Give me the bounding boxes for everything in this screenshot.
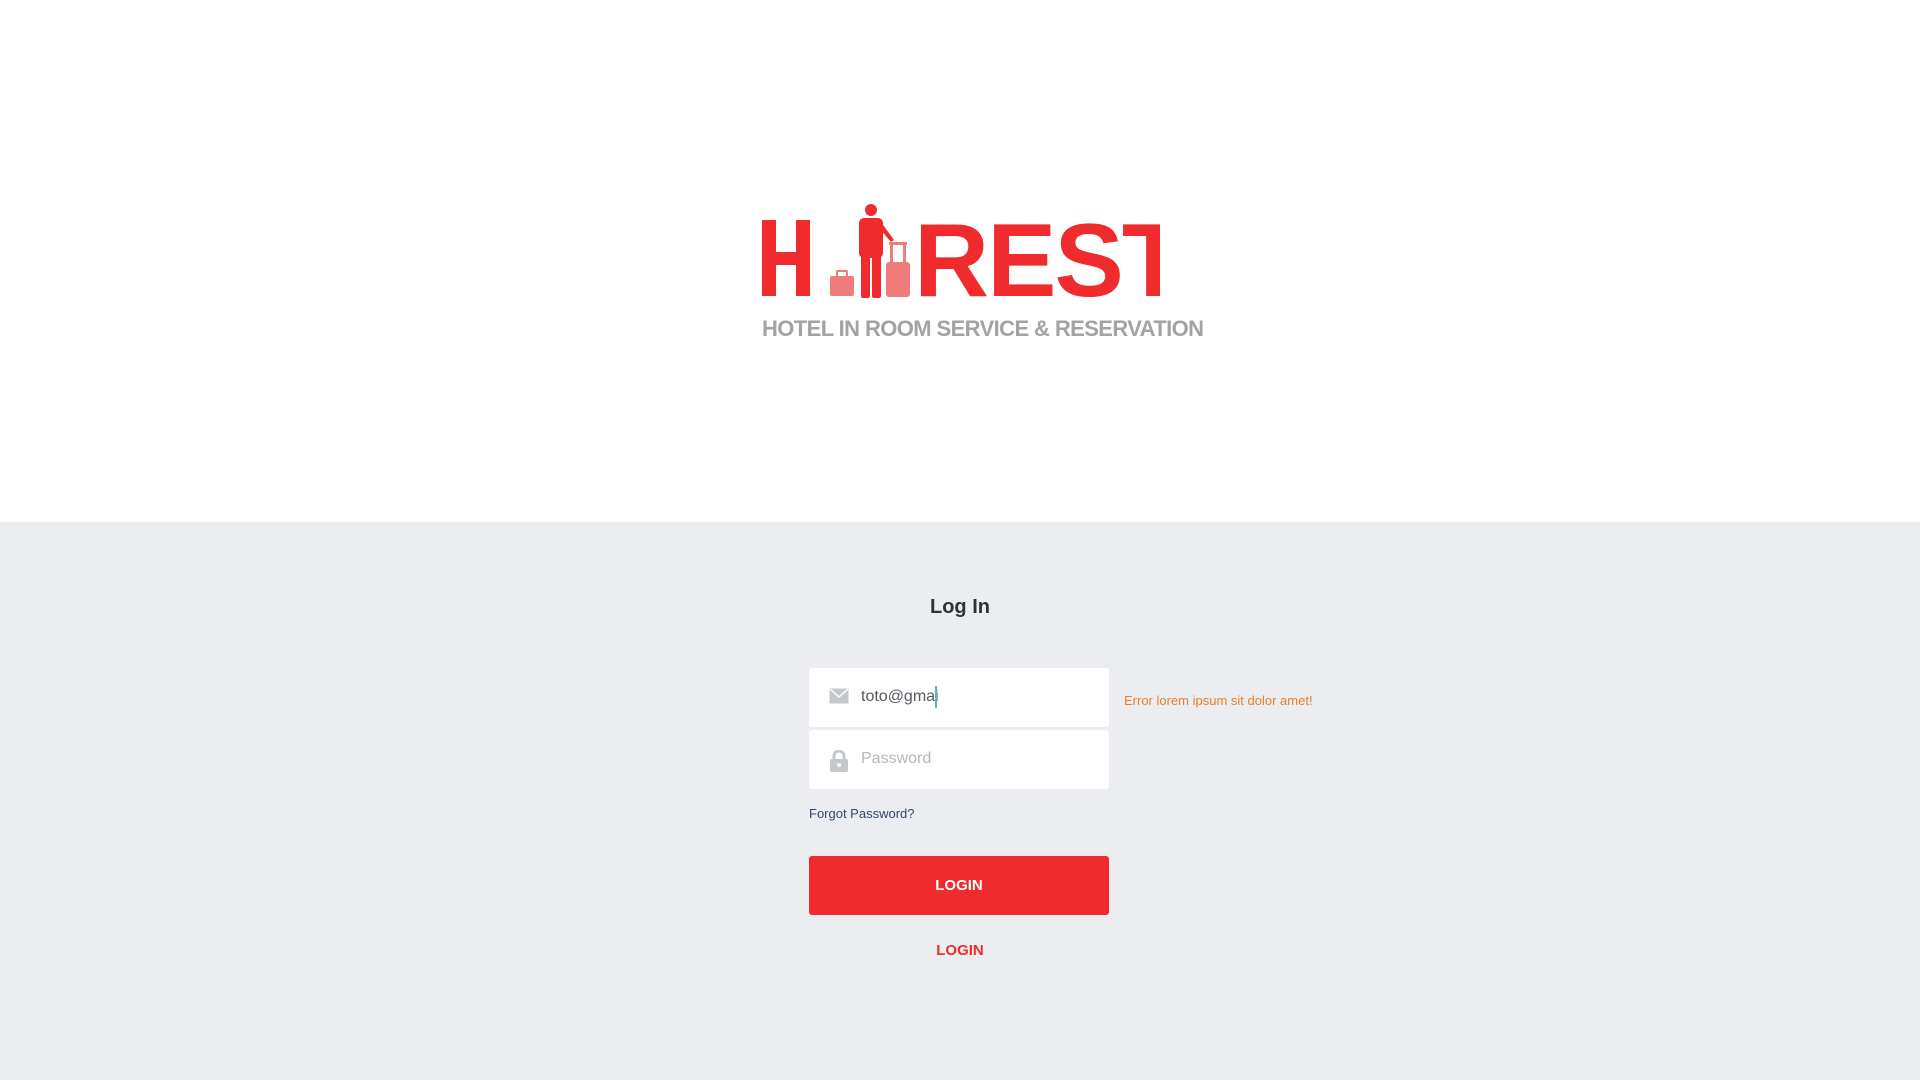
text-caret: [935, 686, 937, 708]
error-message: Error lorem ipsum sit dolor amet!: [1124, 693, 1313, 708]
email-input[interactable]: [861, 682, 1091, 712]
envelope-icon: [829, 688, 849, 708]
logo-subtitle: HOTEL IN ROOM SERVICE & RESERVATION: [762, 316, 1204, 341]
password-input[interactable]: [861, 744, 1091, 774]
briefcase-icon: [830, 270, 854, 296]
page-title: Log In: [930, 596, 990, 618]
forgot-password-link[interactable]: Forgot Password?: [809, 806, 915, 821]
login-button[interactable]: LOGIN: [809, 856, 1109, 915]
logo-letter-h: [762, 220, 810, 296]
lock-icon: [829, 750, 849, 772]
header-section: REST HOTEL IN ROOM SERVICE & RESERVATION: [0, 0, 1920, 522]
login-link[interactable]: LOGIN: [860, 942, 1060, 959]
email-field[interactable]: [809, 668, 1109, 727]
password-field[interactable]: [809, 730, 1109, 789]
logo-letters-rest: REST: [914, 203, 1160, 310]
suitcase-icon: [886, 242, 910, 297]
